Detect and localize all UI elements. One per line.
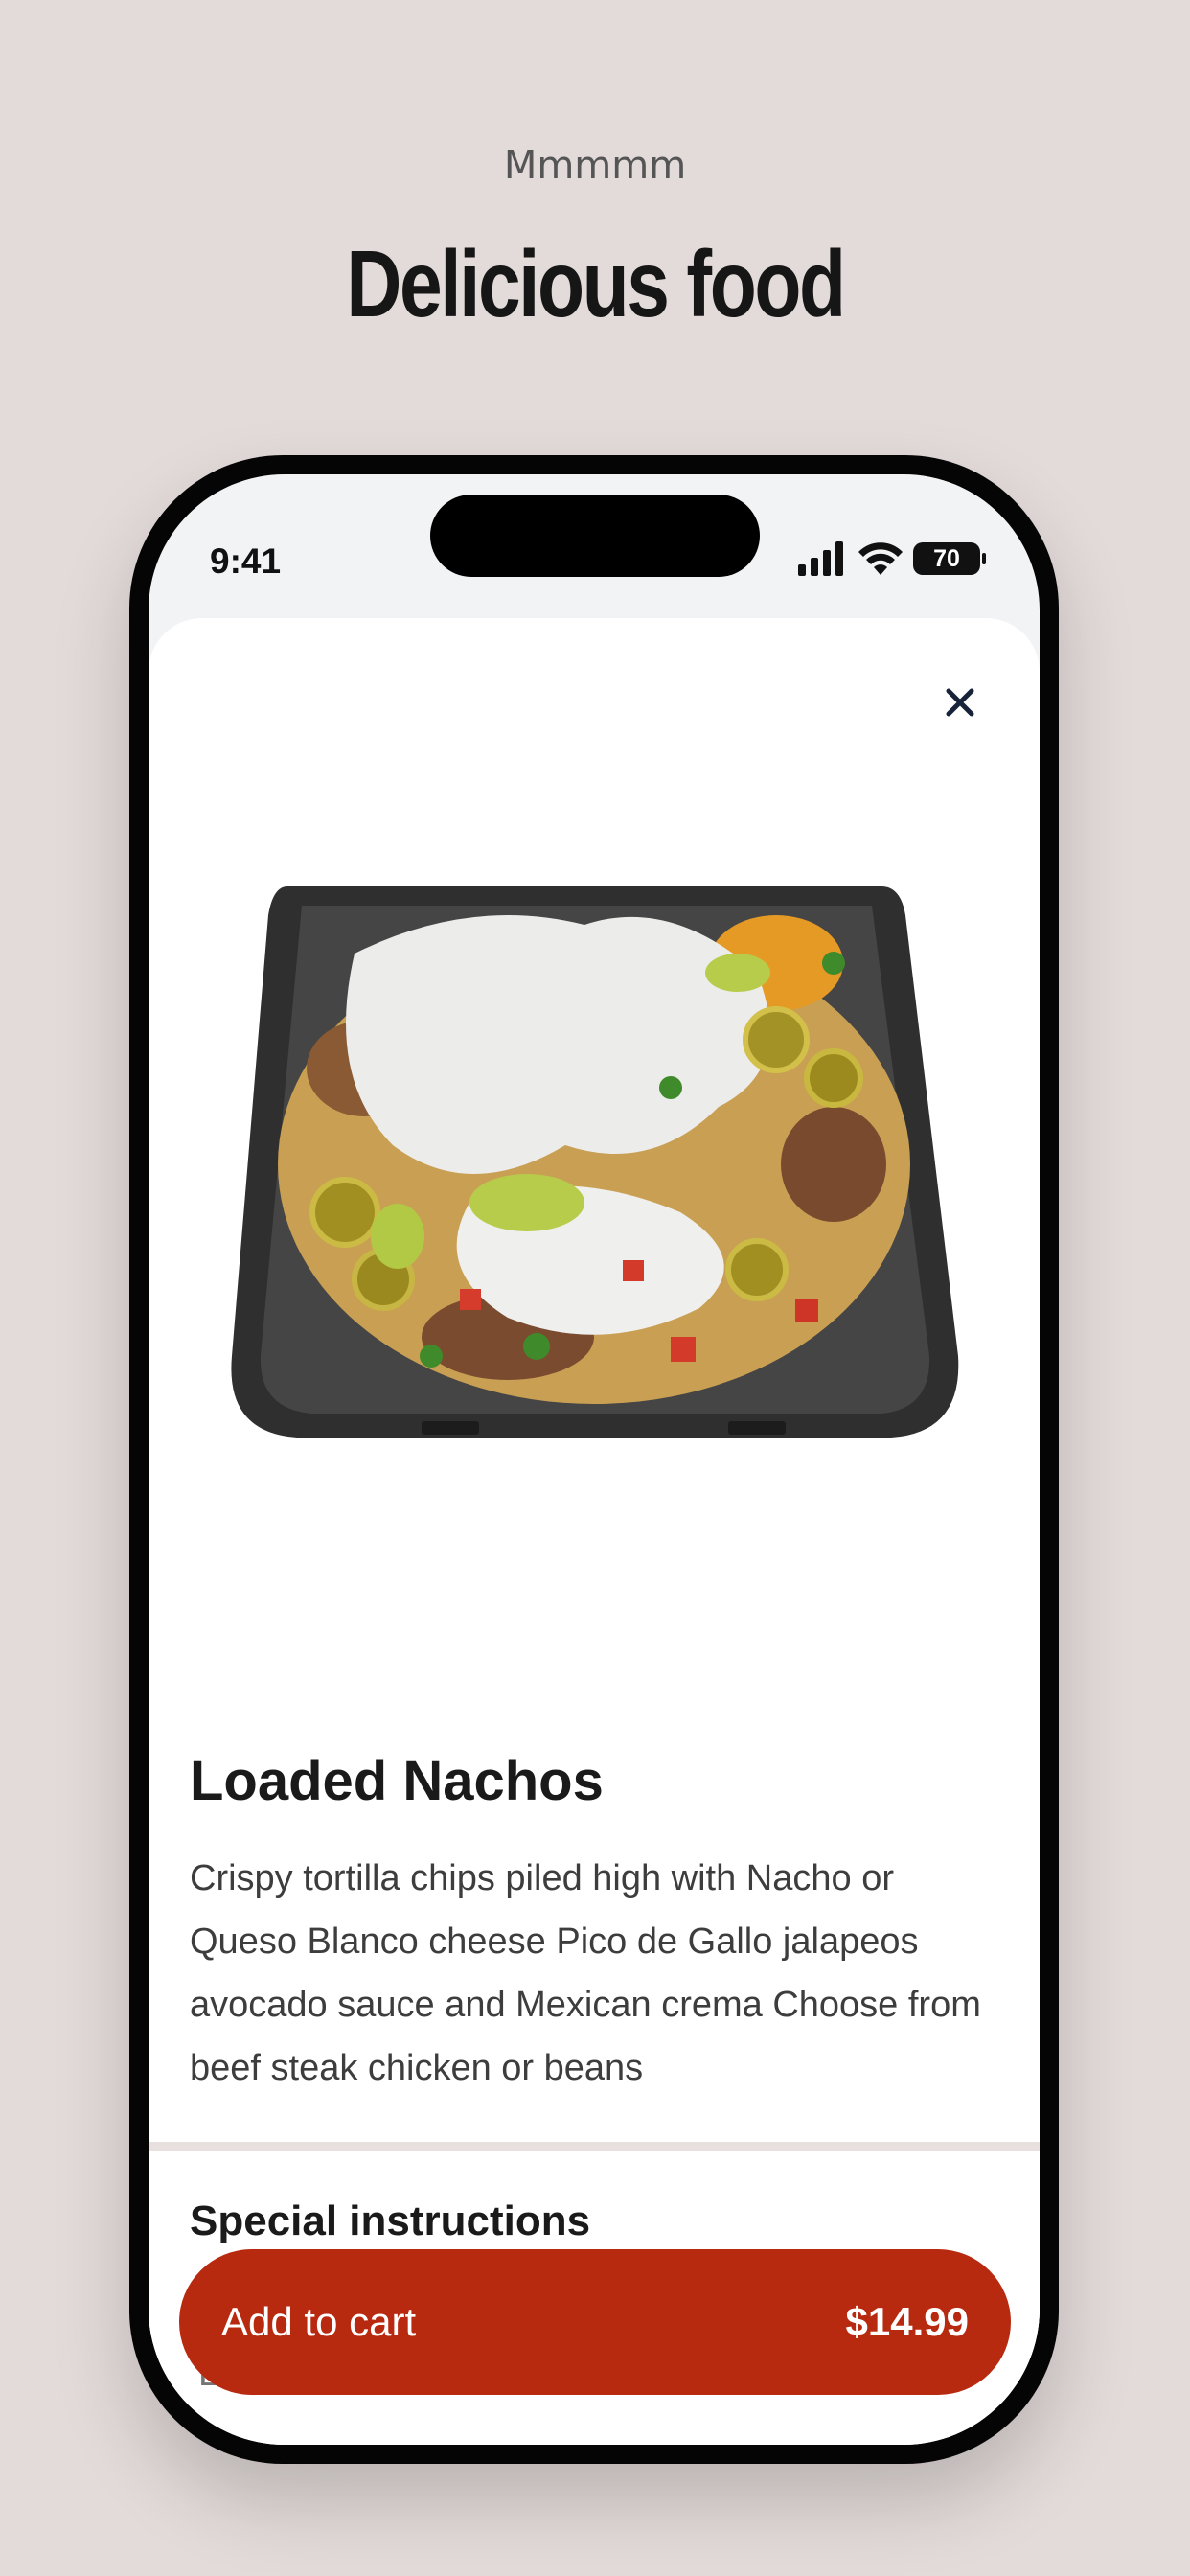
close-icon (946, 688, 974, 717)
dynamic-island (430, 494, 760, 577)
item-title: Loaded Nachos (190, 1750, 604, 1812)
item-sheet: Loaded Nachos Crispy tortilla chips pile… (149, 618, 1040, 2445)
battery-icon: 70 (913, 542, 986, 575)
nachos-image (231, 886, 959, 1438)
promo-eyebrow: Mmmmm (503, 144, 687, 188)
wifi-icon (858, 542, 903, 575)
signal-icon (798, 541, 843, 576)
section-divider (149, 2142, 1040, 2151)
add-to-cart-button[interactable]: Add to cart $14.99 (179, 2249, 1011, 2395)
close-button[interactable] (933, 676, 987, 729)
add-to-cart-label: Add to cart (221, 2299, 417, 2344)
phone-frame: 9:41 70 Loaded Nachos Crispy tortilla ch… (129, 455, 1059, 2464)
phone-screen: 9:41 70 Loaded Nachos Crispy tortilla ch… (149, 474, 1040, 2445)
status-icons: 70 (798, 538, 986, 580)
cart-price: $14.99 (845, 2299, 969, 2344)
promo-title: Delicious food (346, 231, 846, 336)
item-description: Crispy tortilla chips piled high with Na… (190, 1858, 981, 2088)
status-time: 9:41 (210, 541, 282, 581)
